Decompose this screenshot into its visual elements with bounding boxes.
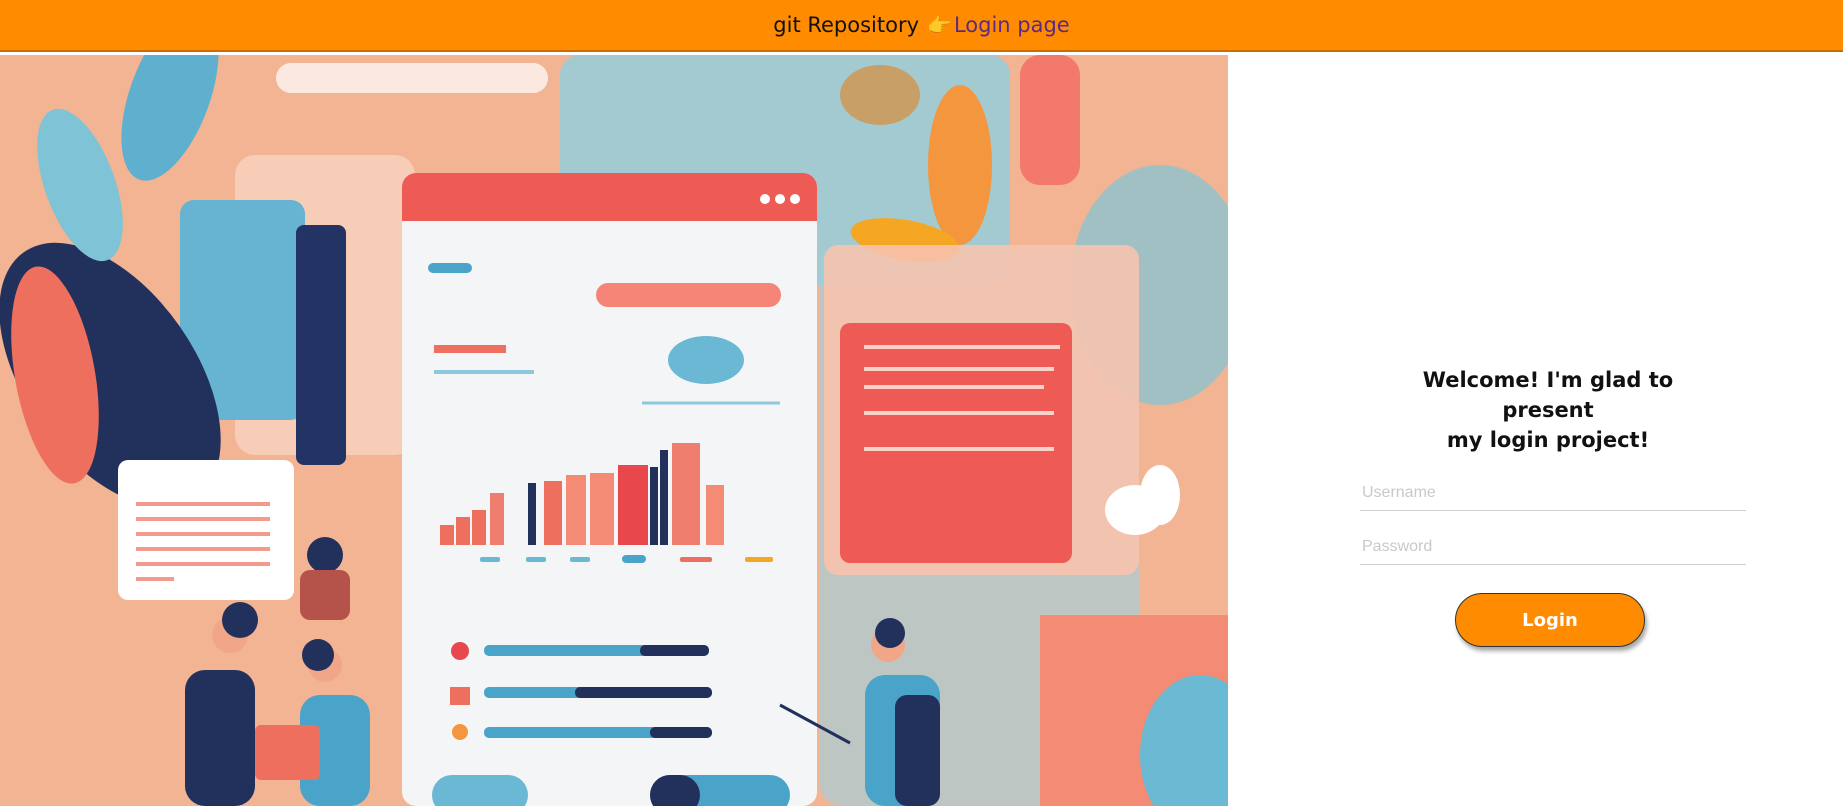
login-panel: Welcome! I'm glad to present my login pr… (1228, 55, 1843, 806)
login-page-link[interactable]: Login page (954, 13, 1070, 37)
welcome-line-2: my login project! (1446, 428, 1650, 452)
password-input[interactable] (1360, 530, 1746, 565)
login-button[interactable]: Login (1455, 593, 1645, 647)
pointing-hand-icon: 👉 (927, 13, 952, 37)
top-banner: git Repository 👉 Login page (0, 0, 1843, 50)
dashboard-illustration (0, 55, 1228, 806)
illustration-graphic (0, 55, 1228, 806)
welcome-heading: Welcome! I'm glad to present my login pr… (1388, 365, 1708, 455)
repository-title: git Repository (773, 13, 920, 37)
username-input[interactable] (1360, 476, 1746, 511)
welcome-line-1: Welcome! I'm glad to present (1422, 368, 1674, 422)
